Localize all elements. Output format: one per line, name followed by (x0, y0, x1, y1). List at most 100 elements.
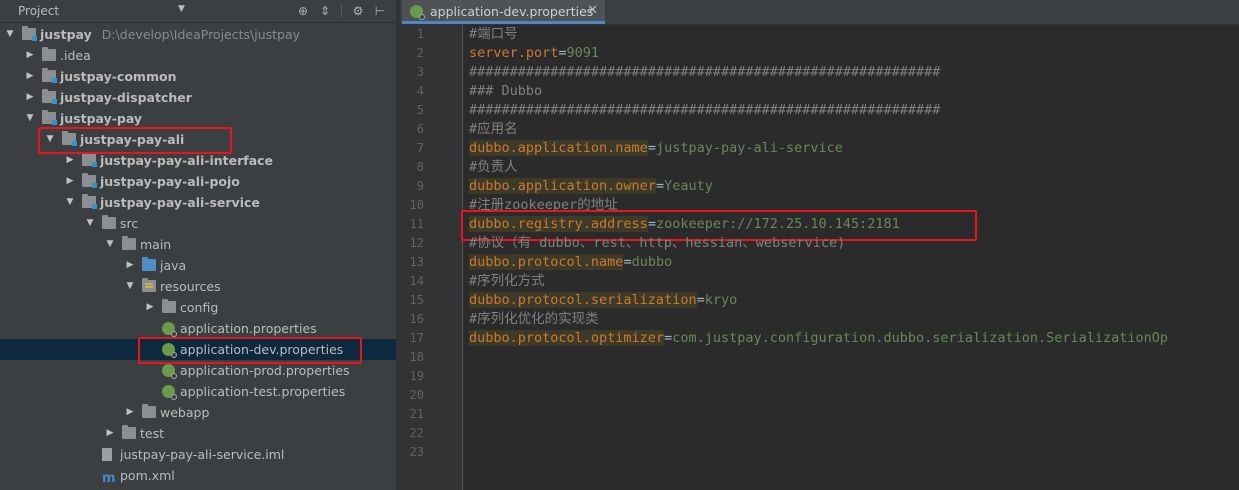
property-key: dubbo.protocol.serialization (469, 292, 697, 308)
tree-item-text: java (160, 258, 187, 273)
tree-item[interactable]: ▶ justpay-pay-ali-pojo (0, 171, 396, 192)
tree-item[interactable]: ▼ justpay-pay-ali-service (0, 192, 396, 213)
tree-item[interactable]: application-test.properties (0, 381, 396, 402)
expanded-arrow-icon[interactable]: ▼ (64, 192, 76, 213)
line-number: 1 (416, 27, 424, 41)
code-line: ### Dubbo (469, 82, 542, 101)
code-comment: ########################################… (469, 64, 941, 80)
tree-item-text: webapp (160, 405, 210, 420)
tree-item[interactable]: ▼ main (0, 234, 396, 255)
tree-item[interactable]: ▼ src (0, 213, 396, 234)
line-number: 10 (409, 198, 424, 212)
tree-item[interactable]: ▶ .idea (0, 45, 396, 66)
folder-icon (102, 215, 116, 229)
tree-item-label: application.properties (180, 318, 317, 339)
code-comment: #负责人 (469, 159, 518, 175)
tree-item[interactable]: ▼ justpay-pay (0, 108, 396, 129)
tree-item[interactable]: ▶ config (0, 297, 396, 318)
tree-item-label: justpay-pay-ali-pojo (100, 171, 240, 192)
collapsed-arrow-icon[interactable]: ▶ (24, 45, 36, 66)
code-line: ########################################… (469, 63, 940, 82)
spring-properties-icon (162, 385, 177, 400)
locate-file-icon[interactable]: ⊕ (295, 3, 311, 19)
collapsed-arrow-icon[interactable]: ▶ (104, 423, 116, 444)
tree-item-label: .idea (60, 45, 91, 66)
project-view-dropdown-icon[interactable]: ▼ (178, 4, 185, 14)
expanded-arrow-icon[interactable]: ▼ (4, 24, 16, 45)
gear-icon[interactable]: ⚙ (350, 3, 366, 19)
editor-tab-bar: application-dev.properties ✕ (400, 0, 1239, 25)
line-number: 19 (409, 369, 424, 383)
tree-item[interactable]: ▼ justpay D:\develop\IdeaProjects\justpay (0, 24, 396, 45)
tree-item-label: justpay D:\develop\IdeaProjects\justpay (40, 24, 300, 45)
property-value: dubbo (631, 254, 673, 270)
line-number: 12 (409, 236, 424, 250)
code-comment: #应用名 (469, 121, 518, 137)
line-number: 3 (416, 65, 424, 79)
line-number: 22 (409, 426, 424, 440)
module-folder-icon (42, 89, 57, 104)
tree-item[interactable]: ▶ java (0, 255, 396, 276)
hide-panel-icon[interactable]: ⊢ (372, 3, 388, 19)
code-line: dubbo.protocol.name=dubbo (469, 253, 672, 272)
tree-item-label: pom.xml (120, 465, 175, 486)
tree-item[interactable]: ▼ resources (0, 276, 396, 297)
close-icon[interactable]: ✕ (587, 3, 598, 18)
code-comment: #协议（有 dubbo、rest、http、hessian、webservice… (469, 235, 846, 251)
tree-item[interactable]: ▶ webapp (0, 402, 396, 423)
tab-application-dev-properties[interactable]: application-dev.properties ✕ (402, 0, 605, 24)
expanded-arrow-icon[interactable]: ▼ (24, 108, 36, 129)
line-number: 18 (409, 350, 424, 364)
property-separator: = (558, 45, 567, 61)
project-panel-title[interactable]: Project (18, 4, 59, 18)
expanded-arrow-icon[interactable]: ▼ (84, 213, 96, 234)
property-key: dubbo.application.owner (469, 178, 656, 194)
tree-item-label: resources (160, 276, 221, 297)
tree-item[interactable]: ▶ justpay-common (0, 66, 396, 87)
module-folder-icon (42, 110, 57, 125)
maven-icon: m (102, 471, 116, 486)
collapsed-arrow-icon[interactable]: ▶ (124, 402, 136, 423)
collapsed-arrow-icon[interactable]: ▶ (24, 66, 36, 87)
tree-item-text: application-test.properties (180, 384, 346, 399)
tree-item-label: justpay-pay-ali-service (100, 192, 260, 213)
tree-item-label: justpay-dispatcher (60, 87, 192, 108)
code-comment: ########################################… (469, 102, 941, 118)
code-editor[interactable]: #端口号 server.port=9091 ####################… (461, 25, 1239, 490)
tree-item-text: justpay-pay-ali-service (100, 195, 260, 210)
property-value: Yeauty (664, 178, 713, 194)
tree-item-text: .idea (60, 48, 91, 63)
tree-item-text: main (140, 237, 172, 252)
highlight-box (138, 337, 362, 364)
tree-item-label: justpay-pay (60, 108, 142, 129)
expanded-arrow-icon[interactable]: ▼ (104, 234, 116, 255)
property-key: dubbo.application.name (469, 140, 648, 156)
code-comment: #序列化优化的实现类 (469, 311, 599, 327)
tree-item-text: justpay-pay-ali-pojo (100, 174, 240, 189)
collapsed-arrow-icon[interactable]: ▶ (64, 171, 76, 192)
line-number: 20 (409, 388, 424, 402)
property-separator: = (647, 140, 656, 156)
tree-item[interactable]: ▶ test (0, 423, 396, 444)
tree-item[interactable]: ▶ justpay-dispatcher (0, 87, 396, 108)
collapse-all-icon[interactable]: ⇕ (317, 3, 333, 19)
code-line: #应用名 (469, 120, 518, 139)
module-folder-icon (22, 26, 37, 41)
tree-item-label: webapp (160, 402, 209, 423)
collapsed-arrow-icon[interactable]: ▶ (124, 255, 136, 276)
expanded-arrow-icon[interactable]: ▼ (124, 276, 136, 297)
tree-item[interactable]: application.properties (0, 318, 396, 339)
tree-item-text: src (120, 216, 139, 231)
collapsed-arrow-icon[interactable]: ▶ (144, 297, 156, 318)
collapsed-arrow-icon[interactable]: ▶ (24, 87, 36, 108)
property-separator: = (623, 254, 632, 270)
tree-item[interactable]: m pom.xml (0, 465, 396, 486)
spring-properties-icon (162, 322, 177, 337)
code-line: #端口号 (469, 25, 518, 44)
project-panel: Project ▼ ⊕ ⇕ ⚙ ⊢ ▼ justpay D:\develop\Ide… (0, 0, 396, 490)
tree-item[interactable]: justpay-pay-ali-service.iml (0, 444, 396, 465)
source-folder-icon (142, 257, 156, 271)
folder-icon (162, 299, 176, 313)
line-number: 7 (416, 141, 424, 155)
tree-item-text: justpay (40, 27, 92, 42)
